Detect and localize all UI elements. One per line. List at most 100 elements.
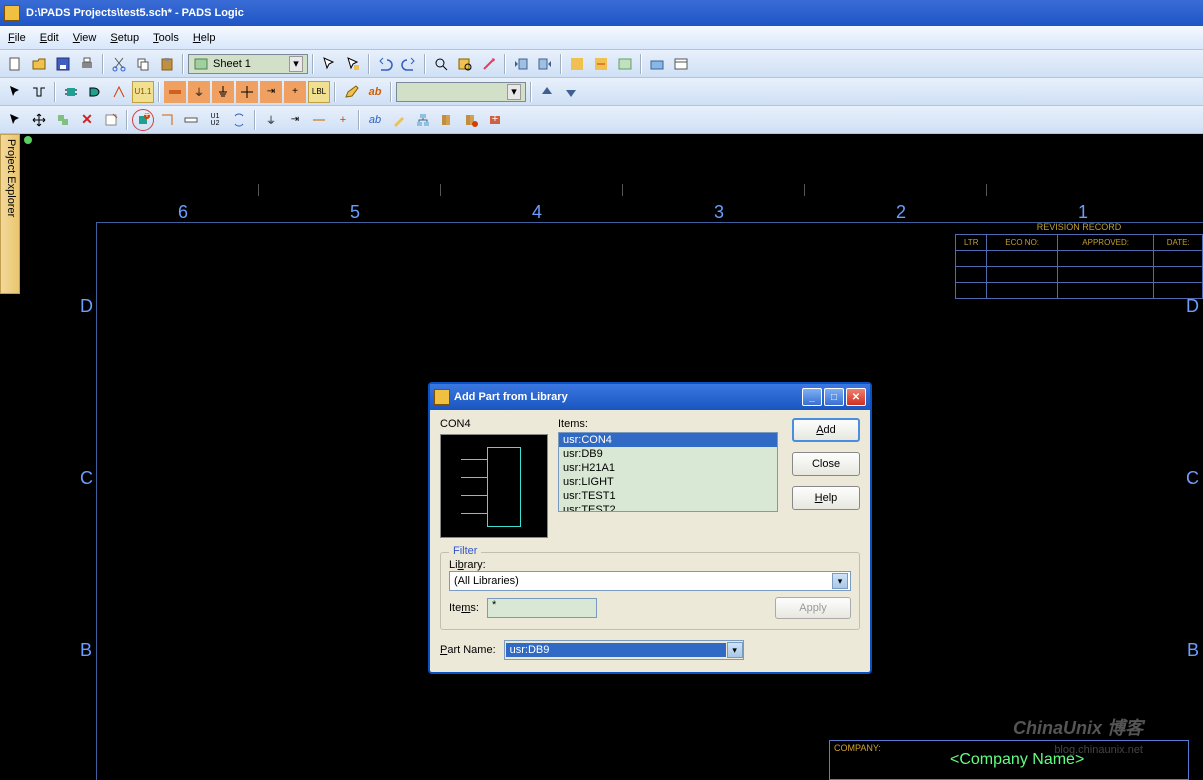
sheet-border: [96, 222, 97, 780]
chevron-down-icon[interactable]: ▾: [832, 573, 848, 589]
menu-edit[interactable]: Edit: [40, 32, 59, 44]
hierarchy-add-icon[interactable]: +: [484, 109, 506, 131]
menu-tools[interactable]: Tools: [153, 32, 179, 44]
row-label: C: [1186, 468, 1199, 489]
hierarchy-icon[interactable]: [412, 109, 434, 131]
junction-icon[interactable]: +: [284, 81, 306, 103]
items-label: Items:: [558, 418, 778, 430]
ground-icon[interactable]: [212, 81, 234, 103]
add-ground-icon[interactable]: ⏚: [260, 109, 282, 131]
add-connection-icon[interactable]: [156, 109, 178, 131]
add-bus-icon[interactable]: [180, 109, 202, 131]
select-icon[interactable]: [318, 53, 340, 75]
select-filter-icon[interactable]: [342, 53, 364, 75]
menu-setup[interactable]: Setup: [110, 32, 139, 44]
power-icon[interactable]: ⏚: [188, 81, 210, 103]
list-item[interactable]: usr:LIGHT: [559, 475, 777, 489]
col-label: 3: [714, 202, 724, 223]
chevron-down-icon[interactable]: ▾: [507, 84, 521, 100]
menu-view[interactable]: View: [73, 32, 97, 44]
menu-help[interactable]: Help: [193, 32, 216, 44]
origin-marker: [24, 136, 32, 144]
new-icon[interactable]: [4, 53, 26, 75]
add-part-icon[interactable]: +: [132, 109, 154, 131]
save-icon[interactable]: [52, 53, 74, 75]
connection-icon[interactable]: [108, 81, 130, 103]
chevron-down-icon[interactable]: ▾: [289, 56, 303, 72]
close-button[interactable]: ✕: [846, 388, 866, 406]
pads-router-icon[interactable]: [590, 53, 612, 75]
dialog-titlebar[interactable]: Add Part from Library _ □ ✕: [430, 384, 870, 410]
select-conn-icon[interactable]: [28, 81, 50, 103]
redo-icon[interactable]: [398, 53, 420, 75]
col-label: 4: [532, 202, 542, 223]
filter-group: Filter Library: (All Libraries) ▾ Items:…: [440, 552, 860, 630]
filter-legend: Filter: [449, 545, 481, 557]
items-filter-input[interactable]: *: [487, 598, 597, 618]
delete-icon[interactable]: ✕: [76, 109, 98, 131]
redraw-icon[interactable]: [478, 53, 500, 75]
edit-icon[interactable]: [340, 81, 362, 103]
net-icon[interactable]: [236, 81, 258, 103]
cut-icon[interactable]: [108, 53, 130, 75]
menu-file[interactable]: File: [8, 32, 26, 44]
sheet-selector[interactable]: Sheet 1 ▾: [188, 54, 308, 74]
row-label: B: [80, 640, 92, 661]
move-icon[interactable]: [28, 109, 50, 131]
list-item[interactable]: usr:TEST2: [559, 503, 777, 512]
zoom-icon[interactable]: [430, 53, 452, 75]
list-item[interactable]: usr:H21A1: [559, 461, 777, 475]
duplicate-icon[interactable]: [100, 109, 122, 131]
list-item[interactable]: usr:CON4: [559, 433, 777, 447]
toolbar-schematic: U1.1 ⏚ ⇥ + LBL ab ▾: [0, 78, 1203, 106]
output-window-icon[interactable]: [646, 53, 668, 75]
layer-selector[interactable]: ▾: [396, 82, 526, 102]
part-icon[interactable]: [60, 81, 82, 103]
copy-icon[interactable]: [132, 53, 154, 75]
partname-label: Part Name:: [440, 644, 496, 656]
prev-sheet-icon[interactable]: [510, 53, 532, 75]
refdes-icon[interactable]: U1.1: [132, 81, 154, 103]
undo-icon[interactable]: [374, 53, 396, 75]
swap-icon[interactable]: [228, 109, 250, 131]
help-button[interactable]: Help: [792, 486, 860, 510]
minimize-button[interactable]: _: [802, 388, 822, 406]
list-item[interactable]: usr:DB9: [559, 447, 777, 461]
text-icon[interactable]: ab: [364, 81, 386, 103]
list-item[interactable]: usr:TEST1: [559, 489, 777, 503]
library-combo[interactable]: (All Libraries) ▾: [449, 571, 851, 591]
copy-mode-icon[interactable]: [52, 109, 74, 131]
select-mode-icon[interactable]: [4, 81, 26, 103]
bus-icon[interactable]: [164, 81, 186, 103]
library-icon[interactable]: [436, 109, 458, 131]
open-icon[interactable]: [28, 53, 50, 75]
paste-icon[interactable]: [156, 53, 178, 75]
down-arrow-icon[interactable]: [560, 81, 582, 103]
library-add-icon[interactable]: [460, 109, 482, 131]
netlabel-icon[interactable]: LBL: [308, 81, 330, 103]
project-explorer-tab[interactable]: Project Explorer: [0, 134, 20, 294]
ole-icon[interactable]: [614, 53, 636, 75]
close-dialog-button[interactable]: Close: [792, 452, 860, 476]
zoom-sheet-icon[interactable]: [454, 53, 476, 75]
chevron-down-icon[interactable]: ▾: [727, 642, 743, 658]
add-field-icon[interactable]: ab: [364, 109, 386, 131]
partname-combo[interactable]: usr:DB9 ▾: [504, 640, 744, 660]
add-button[interactable]: Add: [792, 418, 860, 442]
offpage-icon[interactable]: ⇥: [260, 81, 282, 103]
print-icon[interactable]: [76, 53, 98, 75]
add-refdes-icon[interactable]: U1U2: [204, 109, 226, 131]
items-listbox[interactable]: usr:CON4 usr:DB9 usr:H21A1 usr:LIGHT usr…: [558, 432, 778, 512]
gate-icon[interactable]: [84, 81, 106, 103]
up-arrow-icon[interactable]: [536, 81, 558, 103]
project-window-icon[interactable]: [670, 53, 692, 75]
add-junction-icon[interactable]: +: [332, 109, 354, 131]
add-net-icon[interactable]: [308, 109, 330, 131]
add-text-icon[interactable]: [388, 109, 410, 131]
pointer-icon[interactable]: [4, 109, 26, 131]
next-sheet-icon[interactable]: [534, 53, 556, 75]
add-offpage-icon[interactable]: ⇥: [284, 109, 306, 131]
pads-layout-icon[interactable]: [566, 53, 588, 75]
sheet-label: Sheet 1: [213, 58, 289, 70]
maximize-button[interactable]: □: [824, 388, 844, 406]
